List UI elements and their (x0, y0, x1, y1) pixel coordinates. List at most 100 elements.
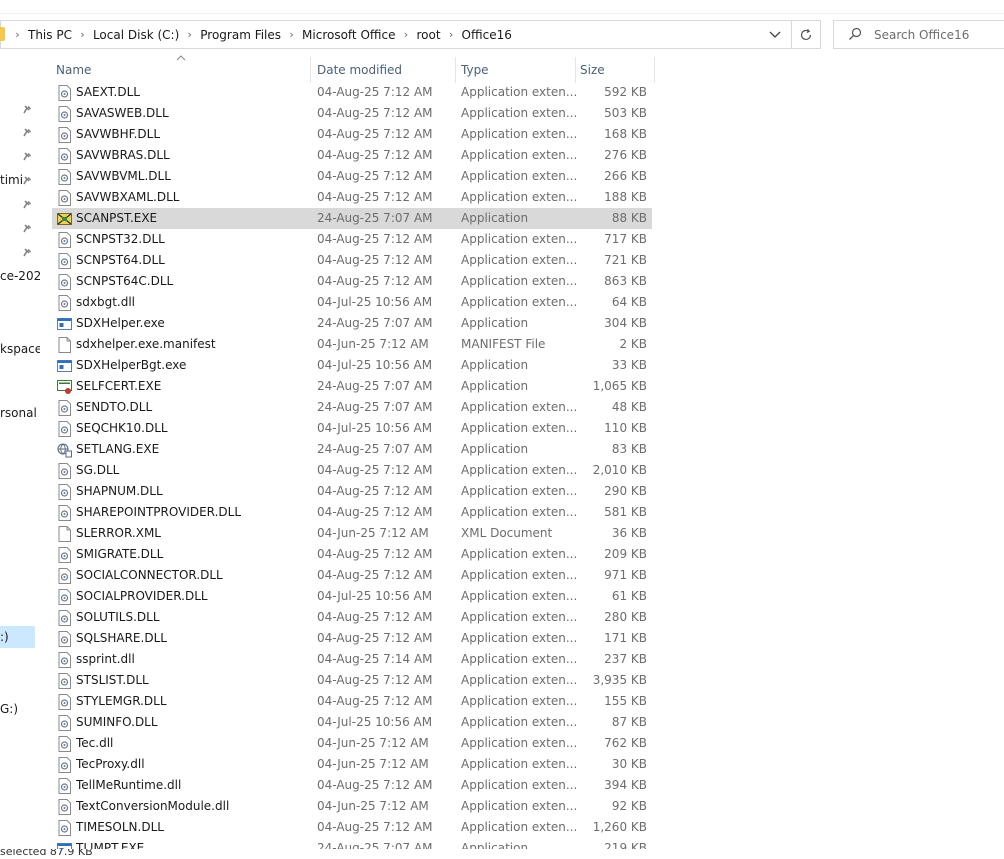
file-row[interactable]: SAVWBRAS.DLL 04-Aug-25 7:12 AM Application… (52, 145, 652, 166)
breadcrumb-this-pc[interactable]: This PC (26, 28, 74, 42)
breadcrumb-office16[interactable]: Office16 (460, 28, 514, 42)
dll-file-icon (57, 547, 72, 563)
file-row[interactable]: SHAREPOINTPROVIDER.DLL 04-Aug-25 7:12 AM A… (52, 502, 652, 523)
file-date-modified: 04-Aug-25 7:12 AM (317, 694, 433, 708)
file-row[interactable]: SOCIALPROVIDER.DLL 04-Jul-25 10:56 AM Appl… (52, 586, 652, 607)
file-row[interactable]: SAVASWEB.DLL 04-Aug-25 7:12 AM Application… (52, 103, 652, 124)
breadcrumb-root[interactable]: root (414, 28, 442, 42)
file-type: Application exten... (461, 799, 576, 813)
search-input[interactable]: Search Office16 (833, 20, 1004, 49)
file-name: STSLIST.DLL (76, 673, 149, 687)
file-name: SCNPST64C.DLL (76, 274, 174, 288)
nav-item-label[interactable]: timi (0, 173, 23, 187)
file-date-modified: 24-Aug-25 7:07 AM (317, 442, 433, 456)
file-row[interactable]: SG.DLL 04-Aug-25 7:12 AM Application exten… (52, 460, 652, 481)
file-row[interactable]: STYLEMGR.DLL 04-Aug-25 7:12 AM Application… (52, 691, 652, 712)
chevron-right-icon[interactable]: › (443, 28, 460, 41)
file-row[interactable]: Tec.dll 04-Jun-25 7:12 AM Application exte… (52, 733, 652, 754)
file-type: Application exten... (461, 673, 576, 687)
file-size: 592 KB (604, 85, 647, 99)
file-date-modified: 24-Aug-25 7:07 AM (317, 379, 433, 393)
dll-file-icon (57, 148, 72, 164)
file-date-modified: 04-Jun-25 7:12 AM (317, 757, 429, 771)
column-header-name[interactable]: Name (52, 57, 311, 83)
file-name: SCNPST64.DLL (76, 253, 165, 267)
nav-item-label[interactable]: kspace (0, 342, 40, 356)
file-row[interactable]: SCNPST64C.DLL 04-Aug-25 7:12 AM Applicatio… (52, 271, 652, 292)
file-type: Application exten... (461, 715, 576, 729)
dll-file-icon (57, 652, 72, 668)
file-type: Application exten... (461, 589, 576, 603)
breadcrumb-local-disk[interactable]: Local Disk (C:) (91, 28, 181, 42)
chevron-right-icon[interactable]: › (181, 28, 198, 41)
dll-file-icon (57, 295, 72, 311)
application-icon (57, 841, 72, 849)
file-type: Application exten... (461, 652, 576, 666)
file-row[interactable]: SQLSHARE.DLL 04-Aug-25 7:12 AM Application… (52, 628, 652, 649)
file-row[interactable]: SETLANG.EXE 24-Aug-25 7:07 AM Application 8… (52, 439, 652, 460)
file-size: 30 KB (611, 757, 647, 771)
file-row[interactable]: SCANPST.EXE 24-Aug-25 7:07 AM Application 8… (52, 208, 652, 229)
file-row[interactable]: SCNPST32.DLL 04-Aug-25 7:12 AM Application… (52, 229, 652, 250)
file-type: Application exten... (461, 232, 576, 246)
file-name: SG.DLL (76, 463, 120, 477)
pin-icon (23, 200, 32, 209)
file-row[interactable]: sdxbgt.dll 04-Jul-25 10:56 AM Application … (52, 292, 652, 313)
file-type: Application exten... (461, 820, 576, 834)
file-row[interactable]: TextConversionModule.dll 04-Jun-25 7:12 A… (52, 796, 652, 817)
file-row[interactable]: SENDTO.DLL 24-Aug-25 7:07 AM Application e… (52, 397, 652, 418)
file-date-modified: 04-Aug-25 7:12 AM (317, 631, 433, 645)
file-row[interactable]: SUMINFO.DLL 04-Jul-25 10:56 AM Application… (52, 712, 652, 733)
file-row[interactable]: sdxhelper.exe.manifest 04-Jun-25 7:12 AM M… (52, 334, 652, 355)
file-row[interactable]: SHAPNUM.DLL 04-Aug-25 7:12 AM Application … (52, 481, 652, 502)
application-icon (57, 316, 72, 332)
pin-icon (23, 128, 32, 137)
nav-item-label[interactable]: G:) (0, 702, 18, 716)
navigation-pane[interactable]: timi ce-2025 kspace rsonal :) G:) (0, 55, 40, 859)
file-row[interactable]: SOLUTILS.DLL 04-Aug-25 7:12 AM Application… (52, 607, 652, 628)
chevron-right-icon[interactable]: › (9, 28, 26, 41)
column-header-date-modified[interactable]: Date modified (313, 57, 456, 83)
refresh-button[interactable] (792, 20, 821, 49)
column-header-type[interactable]: Type (457, 57, 576, 83)
file-row[interactable]: TIMESOLN.DLL 04-Aug-25 7:12 AM Application… (52, 817, 652, 838)
nav-item-label[interactable]: ce-2025 (0, 269, 40, 283)
file-row[interactable]: SLERROR.XML 04-Jun-25 7:12 AM XML Document… (52, 523, 652, 544)
nav-item-label[interactable]: :) (0, 630, 9, 644)
file-row[interactable]: SAVWBVML.DLL 04-Aug-25 7:12 AM Application… (52, 166, 652, 187)
dll-file-icon (57, 715, 72, 731)
file-type: Application exten... (461, 421, 576, 435)
chevron-right-icon[interactable]: › (283, 28, 300, 41)
column-header-size[interactable]: Size (576, 57, 655, 83)
file-row[interactable]: SDXHelper.exe 24-Aug-25 7:07 AM Applicatio… (52, 313, 652, 334)
file-row[interactable]: TecProxy.dll 04-Jun-25 7:12 AM Application… (52, 754, 652, 775)
chevron-right-icon[interactable]: › (74, 28, 91, 41)
file-row[interactable]: SCNPST64.DLL 04-Aug-25 7:12 AM Application… (52, 250, 652, 271)
file-list[interactable]: SAEXT.DLL 04-Aug-25 7:12 AM Application ex… (52, 82, 652, 849)
file-row[interactable]: ssprint.dll 04-Aug-25 7:14 AM Application … (52, 649, 652, 670)
file-row[interactable]: SOCIALCONNECTOR.DLL 04-Aug-25 7:12 AM Appl… (52, 565, 652, 586)
file-size: 971 KB (604, 568, 647, 582)
nav-item-label[interactable]: rsonal (0, 406, 37, 420)
address-history-dropdown[interactable] (760, 21, 790, 48)
dll-file-icon (57, 589, 72, 605)
breadcrumb-microsoft-office[interactable]: Microsoft Office (300, 28, 397, 42)
file-row[interactable]: TLIMPT.EXE 24-Aug-25 7:07 AM Application 21… (52, 838, 652, 849)
file-row[interactable]: SELFCERT.EXE 24-Aug-25 7:07 AM Application… (52, 376, 652, 397)
file-row[interactable]: SAVWBXAML.DLL 04-Aug-25 7:12 AM Applicatio… (52, 187, 652, 208)
file-row[interactable]: SMIGRATE.DLL 04-Aug-25 7:12 AM Application… (52, 544, 652, 565)
chevron-right-icon[interactable]: › (397, 28, 414, 41)
file-row[interactable]: SDXHelperBgt.exe 04-Jul-25 10:56 AM Applic… (52, 355, 652, 376)
file-row[interactable]: SEQCHK10.DLL 04-Jul-25 10:56 AM Applicatio… (52, 418, 652, 439)
file-row[interactable]: SAEXT.DLL 04-Aug-25 7:12 AM Application ex… (52, 82, 652, 103)
file-size: 290 KB (604, 484, 647, 498)
file-row[interactable]: TellMeRuntime.dll 04-Aug-25 7:12 AM Applic… (52, 775, 652, 796)
file-size: 36 KB (611, 526, 647, 540)
file-name: SETLANG.EXE (76, 442, 160, 456)
breadcrumb-program-files[interactable]: Program Files (198, 28, 283, 42)
file-row[interactable]: STSLIST.DLL 04-Aug-25 7:12 AM Application … (52, 670, 652, 691)
address-bar[interactable]: › This PC › Local Disk (C:) › Program Fi… (0, 20, 792, 49)
file-row[interactable]: SAVWBHF.DLL 04-Aug-25 7:12 AM Application … (52, 124, 652, 145)
file-name: sdxhelper.exe.manifest (76, 337, 216, 351)
file-name: SDXHelper.exe (76, 316, 165, 330)
